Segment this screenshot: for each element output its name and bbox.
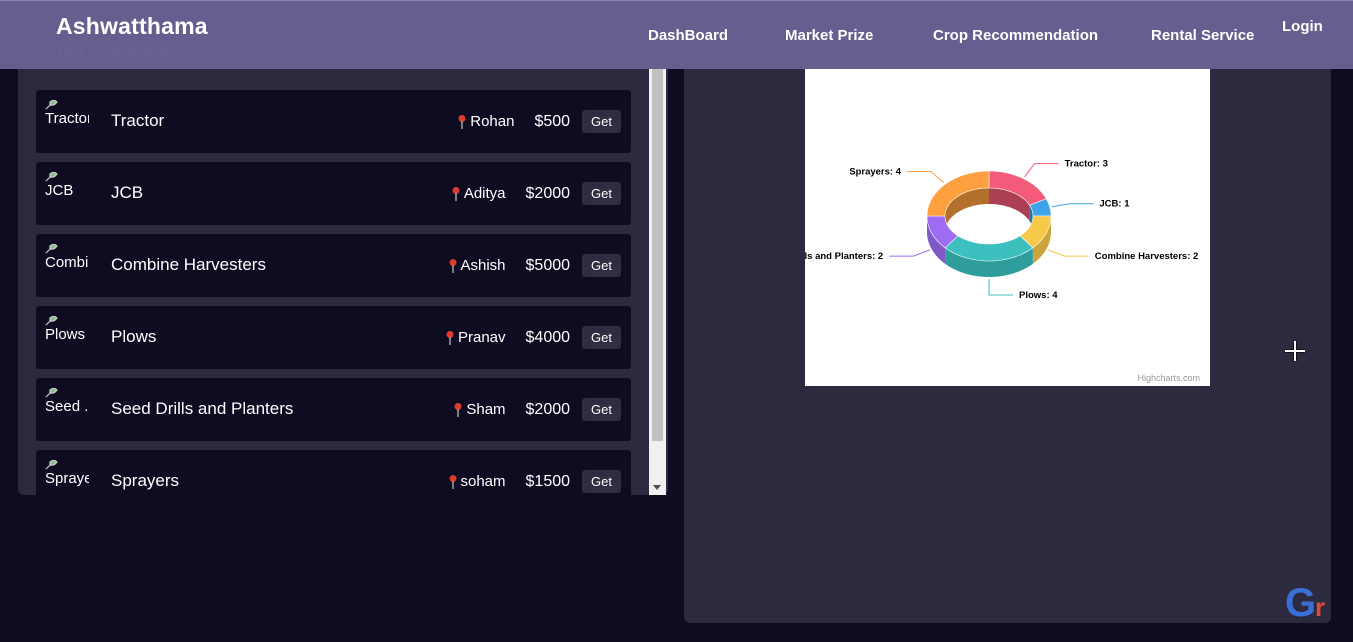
item-meta: Rohan $500 Get (457, 110, 621, 133)
data-label-connector (1051, 203, 1094, 208)
item-image-alt: JCB (45, 182, 74, 199)
item-meta: soham $1500 Get (448, 470, 621, 493)
item-owner: Sham (466, 401, 506, 418)
login-link[interactable]: Login (1282, 18, 1323, 35)
data-label: Seed Drills and Planters: 2 (805, 251, 883, 262)
location-pin-icon (454, 402, 462, 417)
item-meta: Aditya $2000 Get (451, 182, 621, 205)
nav-market-prize[interactable]: Market Prize (785, 27, 873, 44)
data-label-connector (889, 249, 931, 257)
data-label: JCB: 1 (1099, 199, 1130, 210)
item-owner: Rohan (470, 113, 515, 130)
broken-image-icon (45, 316, 58, 326)
rental-item[interactable]: JCB JCB Aditya $2000 Get (36, 162, 631, 225)
get-button[interactable]: Get (582, 110, 621, 133)
item-name: Plows (111, 327, 157, 346)
data-label-connector (988, 279, 1013, 296)
rental-item[interactable]: Combi Combine Harvesters Ashish $5000 Ge… (36, 234, 631, 297)
nav-crop-recommendation[interactable]: Crop Recommendation (933, 27, 1098, 44)
svg-text:r: r (1315, 592, 1325, 620)
top-navbar: Ashwatthama Think. Grow. Achieve. DashBo… (0, 0, 1353, 69)
scroll-down-arrow-icon[interactable] (653, 485, 661, 490)
item-name: Tractor (111, 111, 165, 130)
item-price: $5000 (525, 256, 571, 274)
item-image: Tractor (45, 100, 89, 144)
data-label-connector (1024, 163, 1059, 178)
svg-text:G: G (1285, 581, 1316, 620)
rental-list-scrollbar[interactable] (649, 69, 666, 495)
get-button[interactable]: Get (582, 326, 621, 349)
rental-item[interactable]: Seed ... Seed Drills and Planters Sham $… (36, 378, 631, 441)
broken-image-icon (45, 388, 58, 398)
item-meta: Ashish $5000 Get (448, 254, 621, 277)
item-name: Sprayers (111, 471, 180, 490)
item-image: Sprayers (45, 460, 89, 495)
rental-item[interactable]: Plows Plows Pranav $4000 Get (36, 306, 631, 369)
item-name: Seed Drills and Planters (111, 399, 294, 418)
item-image-alt: Seed ... (45, 398, 89, 415)
item-image-alt: Combi (45, 254, 89, 271)
data-label-connector (907, 171, 945, 184)
item-owner: Ashish (460, 257, 506, 274)
item-meta: Sham $2000 Get (453, 398, 621, 421)
get-button[interactable]: Get (582, 254, 621, 277)
broken-image-icon (45, 460, 58, 470)
rental-item[interactable]: Tractor Tractor Rohan $500 Get (36, 90, 631, 153)
item-name: Combine Harvesters (111, 255, 266, 274)
location-pin-icon (449, 258, 456, 273)
data-label: Sprayers: 4 (849, 167, 901, 178)
chart-panel: Tractor: 3 JCB: 1 Combine Harvesters: 2 Plo… (684, 69, 1331, 623)
nav-rental-service[interactable]: Rental Service (1151, 27, 1254, 44)
item-image: JCB (45, 172, 89, 216)
get-button[interactable]: Get (582, 398, 621, 421)
get-button[interactable]: Get (582, 470, 621, 493)
brand-subtitle: Think. Grow. Achieve. (56, 44, 173, 58)
brand[interactable]: Ashwatthama Think. Grow. Achieve. (56, 13, 208, 58)
nav-dashboard[interactable]: DashBoard (648, 27, 728, 44)
rental-list: Tractor Tractor Rohan $500 Get JCB JCB A… (36, 90, 631, 495)
data-label: Combine Harvesters: 2 (1095, 251, 1198, 262)
item-price: $2000 (525, 184, 571, 202)
item-name: JCB (111, 183, 144, 202)
location-pin-icon (452, 186, 460, 201)
location-pin-icon (449, 474, 456, 489)
item-image: Plows (45, 316, 89, 360)
item-image-alt: Tractor (45, 110, 89, 127)
item-image: Seed ... (45, 388, 89, 432)
data-label-connector (1047, 249, 1089, 257)
rental-list-panel[interactable]: Tractor Tractor Rohan $500 Get JCB JCB A… (18, 69, 668, 495)
scrollbar-thumb[interactable] (652, 69, 663, 441)
item-image: Combi (45, 244, 89, 288)
data-label: Plows: 4 (1019, 290, 1058, 301)
location-pin-icon (458, 114, 466, 129)
broken-image-icon (45, 244, 58, 254)
google-translate-icon[interactable]: G r (1285, 580, 1331, 620)
item-price: $500 (534, 112, 571, 130)
item-price: $1500 (525, 472, 571, 490)
item-image-alt: Sprayers (45, 470, 89, 487)
rental-item[interactable]: Sprayers Sprayers soham $1500 Get (36, 450, 631, 495)
item-owner: Aditya (463, 185, 506, 202)
chart-credit[interactable]: Highcharts.com (1137, 373, 1200, 383)
item-price: $2000 (525, 400, 571, 418)
donut-chart-svg: Tractor: 3 JCB: 1 Combine Harvesters: 2 Plo… (805, 159, 1198, 301)
location-pin-icon (446, 330, 454, 345)
rental-pie-chart: Tractor: 3 JCB: 1 Combine Harvesters: 2 Plo… (805, 69, 1210, 386)
plus-icon[interactable] (1283, 339, 1307, 363)
broken-image-icon (45, 172, 58, 182)
item-owner: Pranav (458, 329, 506, 346)
get-button[interactable]: Get (582, 182, 621, 205)
item-image-alt: Plows (45, 326, 86, 343)
broken-image-icon (45, 100, 58, 110)
data-label: Tractor: 3 (1065, 159, 1108, 170)
item-meta: Pranav $4000 Get (445, 326, 621, 349)
item-owner: soham (460, 473, 506, 490)
brand-title: Ashwatthama (56, 13, 208, 39)
item-price: $4000 (525, 328, 571, 346)
